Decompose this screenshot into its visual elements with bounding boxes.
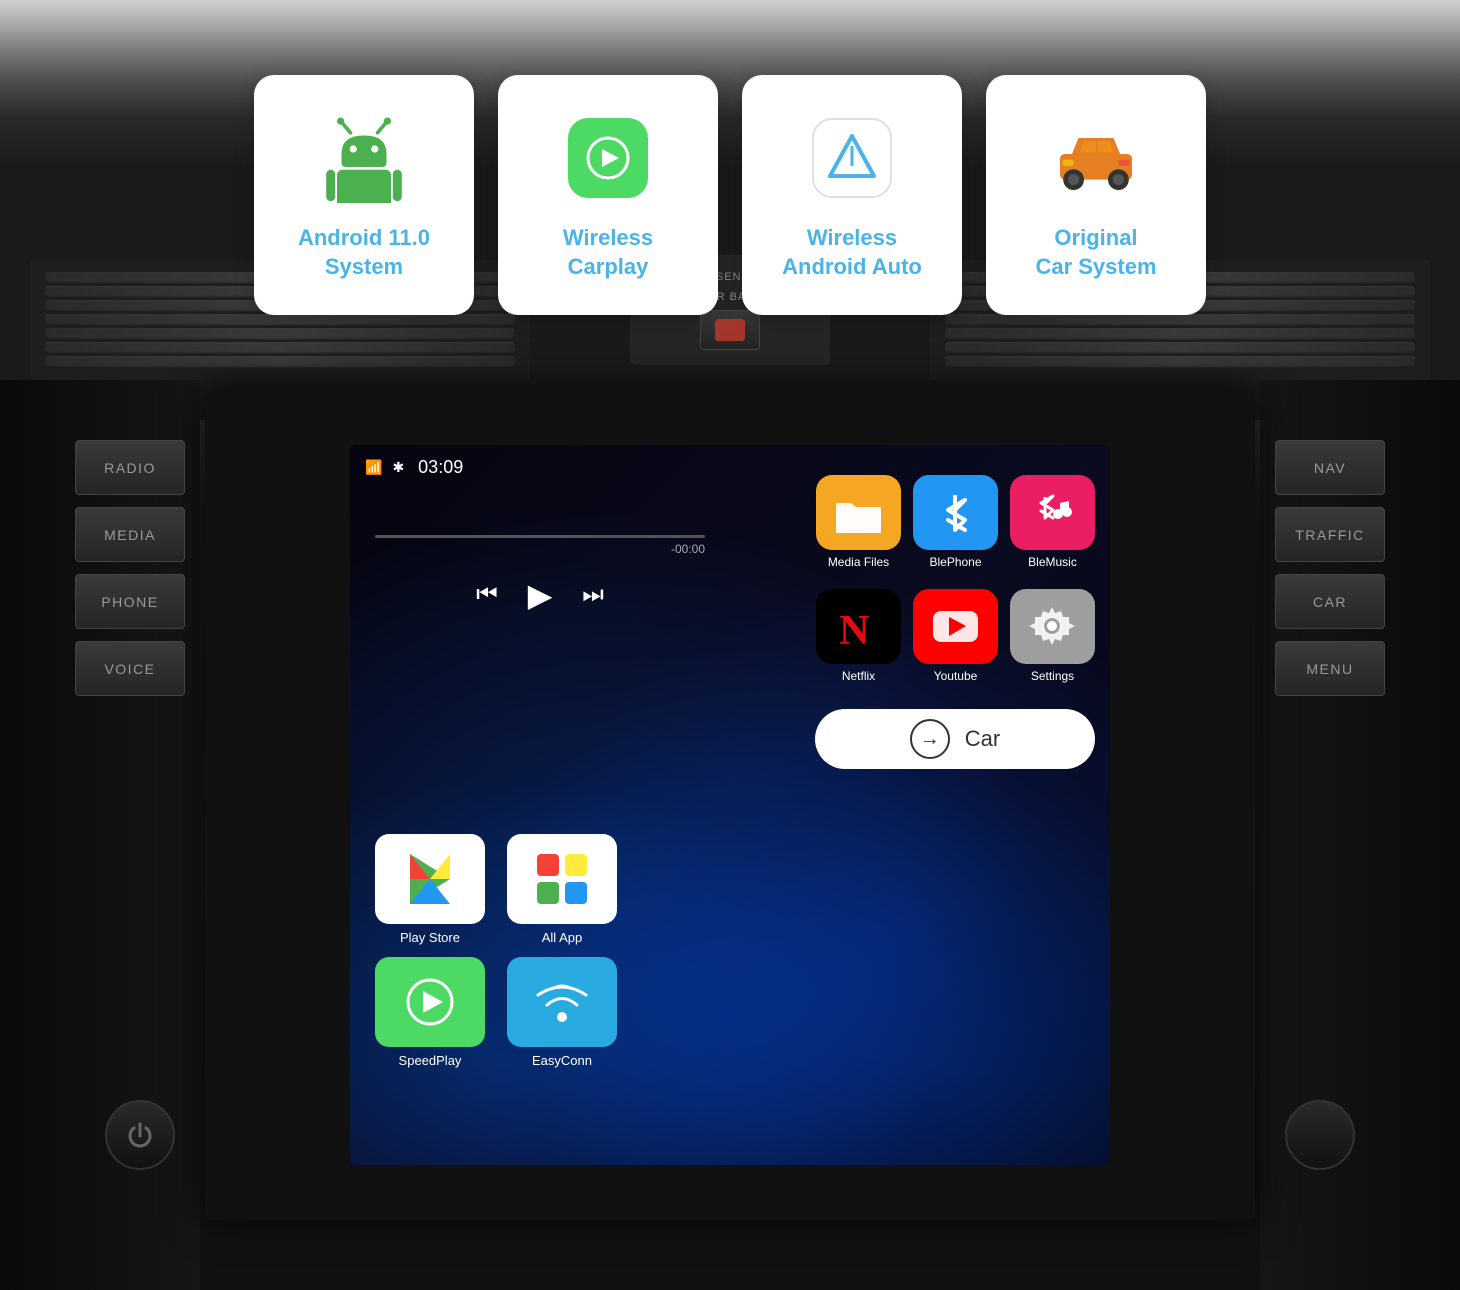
netflix-icon: N [816, 589, 901, 664]
media-button[interactable]: MEDIA [75, 507, 185, 562]
app-row-2: N Netflix Youtube [815, 589, 1095, 683]
main-unit: 📶 ✱ 03:09 -00:00 ⏮ ▶ ⏭ [205, 390, 1255, 1220]
radio-label: RADIO [104, 460, 156, 476]
media-label: MEDIA [104, 527, 156, 543]
blemusic-label: BleMusic [1028, 555, 1077, 569]
youtube-label: Youtube [934, 669, 978, 683]
feature-cards-container: Android 11.0System WirelessCarplay [254, 75, 1206, 315]
app-item-blephone[interactable]: BlePhone [913, 475, 998, 569]
left-panel: -00:00 ⏮ ▶ ⏭ [365, 495, 715, 1150]
screen: 📶 ✱ 03:09 -00:00 ⏮ ▶ ⏭ [350, 445, 1110, 1165]
app-item-speedplay[interactable]: SpeedPlay [370, 957, 490, 1068]
next-button[interactable]: ⏭ [582, 581, 604, 609]
easyconn-label: EasyConn [532, 1053, 592, 1068]
allapp-icon-wrap [507, 834, 617, 924]
menu-button[interactable]: MENU [1275, 641, 1385, 696]
right-panel: Media Files BlePhone [815, 475, 1095, 1150]
app-grid-bottom: Play Store All App [370, 834, 720, 1068]
time-remaining: -00:00 [375, 542, 705, 556]
airbag-warning-icon [715, 319, 745, 341]
music-player: -00:00 ⏮ ▶ ⏭ [365, 495, 715, 634]
vent-slat [945, 328, 1415, 340]
time-display: 03:09 [418, 457, 463, 478]
power-button[interactable] [105, 1100, 175, 1170]
playstore-label: Play Store [400, 930, 460, 945]
traffic-label: TRAFFIC [1295, 527, 1365, 543]
bluetooth-icon: ✱ [392, 459, 404, 476]
play-button[interactable]: ▶ [528, 576, 553, 614]
androidauto-icon [802, 108, 902, 208]
vent-slat [45, 328, 515, 340]
voice-button[interactable]: VOICE [75, 641, 185, 696]
app-item-netflix[interactable]: N Netflix [816, 589, 901, 683]
blephone-label: BlePhone [929, 555, 981, 569]
progress-track [375, 535, 705, 538]
app-item-youtube[interactable]: Youtube [913, 589, 998, 683]
prev-button[interactable]: ⏮ [476, 581, 498, 609]
vent-slat [45, 342, 515, 354]
android-icon [314, 108, 414, 208]
volume-knob[interactable] [1285, 1100, 1355, 1170]
app-item-easyconn[interactable]: EasyConn [502, 957, 622, 1068]
status-bar: 📶 ✱ 03:09 [365, 457, 1095, 478]
phone-button[interactable]: PHONE [75, 574, 185, 629]
settings-icon [1010, 589, 1095, 664]
allapp-label: All App [542, 930, 582, 945]
app-row-1: Media Files BlePhone [815, 475, 1095, 569]
app-item-playstore[interactable]: Play Store [370, 834, 490, 945]
vent-slat [45, 314, 515, 326]
easyconn-icon-wrap [507, 957, 617, 1047]
netflix-label: Netflix [842, 669, 875, 683]
carsystem-label: OriginalCar System [1035, 224, 1156, 281]
app-item-allapp[interactable]: All App [502, 834, 622, 945]
phone-label: PHONE [101, 594, 158, 610]
radio-button[interactable]: RADIO [75, 440, 185, 495]
carplay-label: WirelessCarplay [563, 224, 653, 281]
vent-slat [45, 356, 515, 368]
car-main-button[interactable]: → Car [815, 709, 1095, 769]
progress-container: -00:00 [375, 535, 705, 556]
nav-button[interactable]: NAV [1275, 440, 1385, 495]
speedplay-icon-wrap [375, 957, 485, 1047]
vent-slat [945, 356, 1415, 368]
menu-label: MENU [1306, 661, 1353, 677]
vent-slat [945, 342, 1415, 354]
voice-label: VOICE [104, 661, 155, 677]
app-item-mediafiles[interactable]: Media Files [816, 475, 901, 569]
car-button-arrow: → [910, 719, 950, 759]
app-item-blemusic[interactable]: BleMusic [1010, 475, 1095, 569]
carsystem-icon [1046, 108, 1146, 208]
car-button-label: Car [965, 726, 1000, 752]
settings-label: Settings [1031, 669, 1074, 683]
feature-card-androidauto[interactable]: WirelessAndroid Auto [742, 75, 962, 315]
airbag-button [700, 310, 760, 350]
speedplay-label: SpeedPlay [399, 1053, 462, 1068]
feature-card-carplay[interactable]: WirelessCarplay [498, 75, 718, 315]
androidauto-label: WirelessAndroid Auto [782, 224, 922, 281]
vent-slat [945, 314, 1415, 326]
blephone-icon [913, 475, 998, 550]
app-item-settings[interactable]: Settings [1010, 589, 1095, 683]
player-controls: ⏮ ▶ ⏭ [375, 576, 705, 614]
svg-text:N: N [839, 608, 869, 654]
traffic-button[interactable]: TRAFFIC [1275, 507, 1385, 562]
mediafiles-icon [816, 475, 901, 550]
wifi-icon: 📶 [365, 459, 382, 476]
youtube-icon [913, 589, 998, 664]
feature-card-carsystem[interactable]: OriginalCar System [986, 75, 1206, 315]
carplay-icon [558, 108, 658, 208]
mediafiles-label: Media Files [828, 555, 889, 569]
left-side-buttons: RADIO MEDIA PHONE VOICE [75, 440, 185, 696]
playstore-icon-wrap [375, 834, 485, 924]
car-button-side[interactable]: CAR [1275, 574, 1385, 629]
feature-card-android[interactable]: Android 11.0System [254, 75, 474, 315]
nav-label: NAV [1314, 460, 1346, 476]
blemusic-icon [1010, 475, 1095, 550]
android-label: Android 11.0System [298, 224, 430, 281]
car-label: CAR [1313, 594, 1347, 610]
right-side-buttons: NAV TRAFFIC CAR MENU [1275, 440, 1385, 696]
